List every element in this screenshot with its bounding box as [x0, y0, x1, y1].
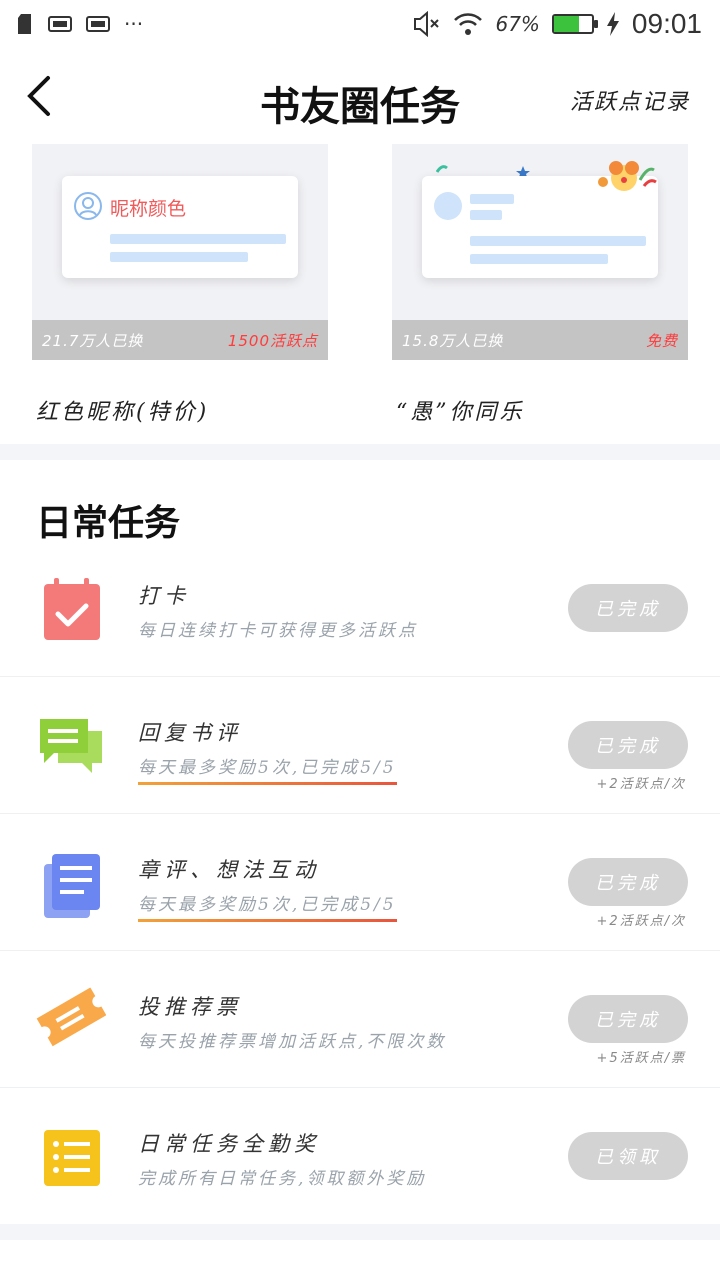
battery-percent: 67%: [495, 12, 540, 36]
battery-icon: [551, 14, 598, 34]
notification-icon: [48, 16, 72, 32]
task-row-chapter-interaction: 章评、想法互动 每天最多奖励5次,已完成5/5 已完成 +2活跃点/次: [0, 814, 720, 951]
task-description: 每天投推荐票增加活跃点,不限次数: [138, 1032, 447, 1052]
chat-bubbles-icon: [40, 719, 102, 773]
task-status-button[interactable]: 已完成: [568, 858, 688, 906]
avatar-icon: [74, 192, 102, 220]
price: 1500活跃点: [227, 331, 318, 350]
task-status-button[interactable]: 已完成: [568, 995, 688, 1043]
nickname-color-preview: 昵称颜色: [110, 198, 187, 220]
status-right: 67% 09:01: [413, 8, 702, 40]
placeholder-line: [470, 210, 502, 220]
more-icon: ···: [124, 12, 144, 36]
exchanged-count: 15.8万人已换: [402, 331, 504, 350]
exchanged-count: 21.7万人已换: [42, 331, 144, 350]
preview-panel: 昵称颜色: [62, 176, 298, 278]
task-status-button[interactable]: 已完成: [568, 721, 688, 769]
reward-card-april-fools[interactable]: 15.8万人已换 免费 “愚”你同乐: [392, 144, 688, 426]
card-name: 红色昵称(特价): [36, 400, 210, 425]
placeholder-line: [470, 194, 514, 204]
price: 免费: [645, 331, 678, 350]
task-title: 章评、想法互动: [138, 858, 320, 882]
wifi-icon: [454, 13, 483, 35]
card-overlay: 15.8万人已换 免费: [392, 320, 688, 360]
confetti-icon: [436, 165, 448, 173]
task-description: 每天最多奖励5次,已完成5/5: [138, 753, 397, 785]
task-title: 日常任务全勤奖: [138, 1132, 320, 1156]
task-title: 回复书评: [138, 721, 242, 745]
section-title: 日常任务: [36, 502, 181, 544]
list-icon: [44, 1130, 100, 1186]
clown-icon: [598, 161, 657, 191]
clock: 09:01: [631, 8, 702, 39]
reward-cards: 昵称颜色 21.7万人已换 1500活跃点 红色昵称(特价) 15.8万人已换 …: [0, 144, 720, 444]
status-left: ···: [18, 12, 143, 36]
task-status-button[interactable]: 已完成: [568, 584, 688, 632]
document-stack-icon: [44, 854, 100, 918]
task-row-recommend-ticket: 投推荐票 每天投推荐票增加活跃点,不限次数 已完成 +5活跃点/票: [0, 951, 720, 1088]
placeholder-line: [110, 252, 248, 262]
task-title: 投推荐票: [138, 995, 242, 1019]
notification-icon: [86, 16, 110, 32]
activity-record-link[interactable]: 活跃点记录: [570, 84, 690, 116]
status-bar: ··· 67% 09:01: [0, 0, 720, 50]
section-divider: [0, 444, 720, 460]
card-overlay: 21.7万人已换 1500活跃点: [32, 320, 328, 360]
placeholder-line: [470, 236, 646, 246]
task-status-button[interactable]: 已领取: [568, 1132, 688, 1180]
ticket-icon: [36, 987, 106, 1047]
task-row-reply-review: 回复书评 每天最多奖励5次,已完成5/5 已完成 +2活跃点/次: [0, 677, 720, 814]
charging-icon: [606, 12, 619, 36]
task-title: 打卡: [138, 584, 190, 608]
reward-note: +2活跃点/次: [596, 777, 686, 792]
mute-icon: [414, 11, 440, 37]
task-row-full-attendance: 日常任务全勤奖 完成所有日常任务,领取额外奖励 已领取: [0, 1088, 720, 1225]
header: 书友圈任务 活跃点记录: [0, 60, 720, 140]
placeholder-line: [470, 254, 608, 264]
calendar-check-icon: [44, 578, 100, 640]
card-name: “愚”你同乐: [396, 400, 525, 425]
reward-card-red-nickname[interactable]: 昵称颜色 21.7万人已换 1500活跃点 红色昵称(特价): [32, 144, 328, 426]
avatar: [434, 192, 462, 220]
task-description: 完成所有日常任务,领取额外奖励: [138, 1169, 427, 1189]
card-preview: 15.8万人已换 免费: [392, 144, 688, 360]
placeholder-line: [110, 234, 286, 244]
section-divider: [0, 1224, 720, 1240]
task-description: 每天最多奖励5次,已完成5/5: [138, 890, 397, 922]
task-description: 每日连续打卡可获得更多活跃点: [138, 621, 418, 641]
reward-note: +2活跃点/次: [596, 914, 686, 929]
sd-card-icon: [18, 14, 31, 34]
task-row-checkin: 打卡 每日连续打卡可获得更多活跃点 已完成: [0, 540, 720, 677]
reward-note: +5活跃点/票: [596, 1051, 686, 1066]
card-preview: 昵称颜色 21.7万人已换 1500活跃点: [32, 144, 328, 360]
